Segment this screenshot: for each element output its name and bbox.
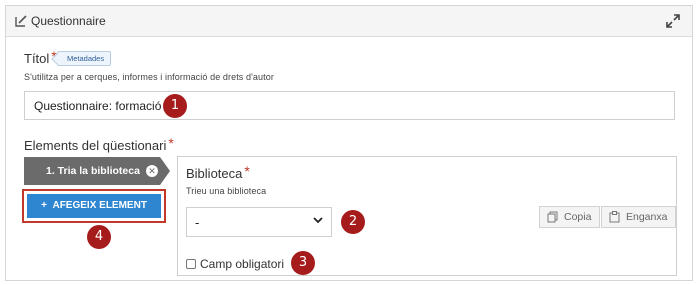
required-field-checkbox[interactable] [186, 259, 196, 269]
elements-label: Elements del qüestionari * [24, 135, 174, 153]
library-label: Biblioteca * [186, 163, 250, 181]
add-element-label: AFEGEIX ELEMENT [52, 200, 147, 211]
step-tab-label: 1. Tria la biblioteca [46, 165, 140, 177]
add-element-button[interactable]: + AFEGEIX ELEMENT [27, 194, 161, 218]
annotation-badge-1: 1 [163, 94, 187, 118]
edit-list-icon [15, 15, 27, 27]
add-element-highlight: + AFEGEIX ELEMENT [22, 189, 166, 223]
panel-title: Questionnaire [31, 14, 106, 28]
metadata-tag: Metadades [57, 51, 112, 66]
paste-label: Enganxa [626, 211, 668, 223]
paste-icon [609, 211, 620, 223]
panel-header: Questionnaire [6, 6, 692, 37]
annotation-badge-4: 4 [87, 225, 111, 249]
title-help-text: S'utilitza per a cerques, informes i inf… [24, 72, 274, 82]
library-select[interactable]: - [186, 207, 332, 237]
copy-button[interactable]: Copia [539, 206, 601, 228]
chevron-down-icon [313, 217, 323, 224]
annotation-badge-3: 3 [291, 251, 315, 275]
title-input[interactable]: Questionnaire: formació [24, 91, 675, 120]
step-tab-choose-library[interactable]: 1. Tria la biblioteca ✕ [24, 157, 170, 185]
library-select-value: - [195, 215, 200, 230]
copy-icon [547, 211, 558, 223]
close-icon[interactable]: ✕ [146, 165, 158, 177]
required-mark: * [244, 163, 250, 179]
annotation-badge-2: 2 [341, 210, 365, 234]
library-help-text: Trieu una biblioteca [186, 186, 267, 196]
required-field-label: Camp obligatori [200, 257, 285, 271]
paste-button[interactable]: Enganxa [601, 206, 677, 228]
copy-label: Copia [564, 211, 592, 223]
required-mark: * [168, 135, 174, 151]
expand-icon[interactable] [666, 14, 680, 28]
plus-icon: + [41, 200, 47, 211]
